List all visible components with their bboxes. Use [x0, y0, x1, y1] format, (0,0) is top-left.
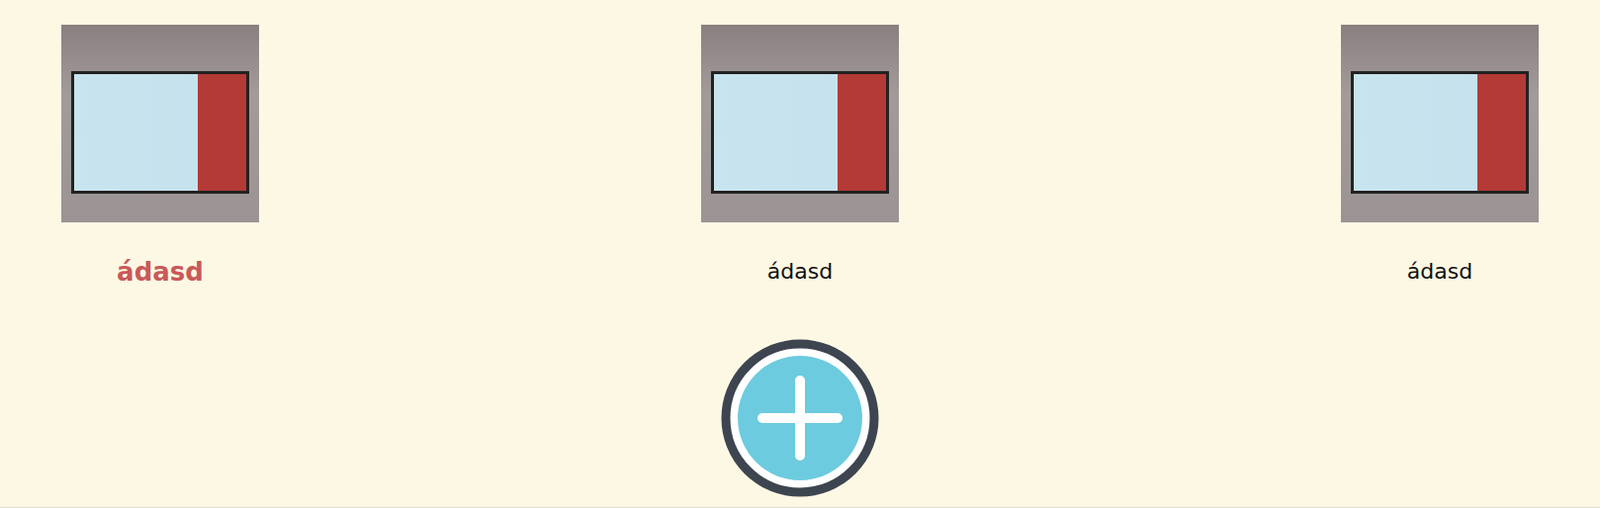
card-caption: ádasd [1407, 256, 1473, 288]
photo-screen [711, 71, 889, 194]
thumbnail-photo[interactable] [1340, 24, 1539, 223]
gallery-card[interactable]: ádasd [1340, 24, 1539, 288]
card-caption: ádasd [767, 256, 833, 288]
thumbnail-photo[interactable] [61, 24, 260, 223]
thumbnail-photo[interactable] [701, 24, 899, 223]
gallery-page: ádasd ádasd ádasd [0, 0, 1600, 508]
gallery-grid: ádasd ádasd ádasd [0, 24, 1600, 288]
add-button[interactable] [720, 339, 880, 498]
photo-screen [1350, 71, 1529, 194]
card-caption: ádasd [116, 256, 204, 288]
gallery-card[interactable]: ádasd [61, 24, 260, 288]
photo-screen [71, 71, 250, 194]
gallery-card[interactable]: ádasd [701, 24, 899, 288]
plus-icon [720, 339, 880, 498]
add-row [0, 339, 1600, 498]
